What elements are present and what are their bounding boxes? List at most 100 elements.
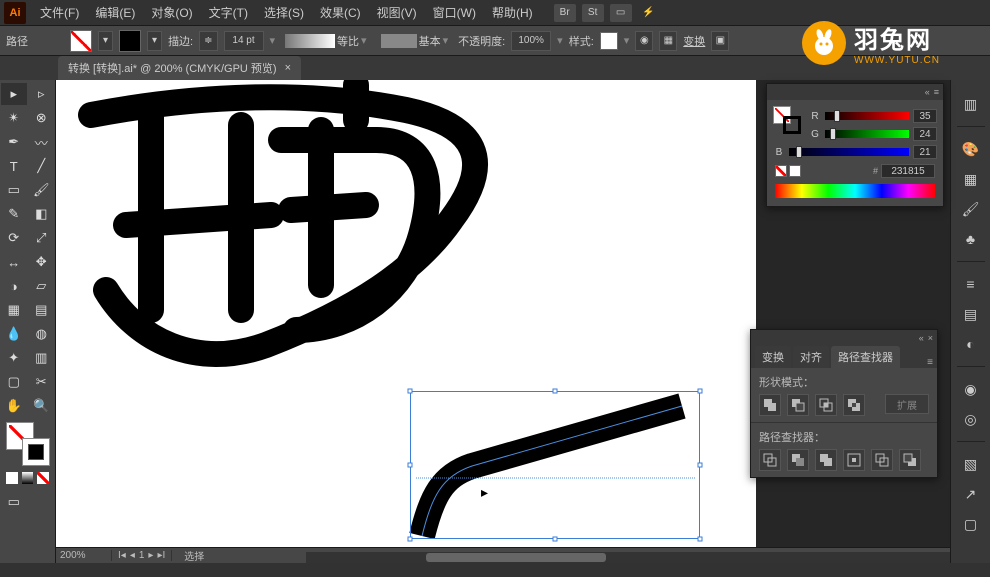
stroke-box[interactable] <box>22 438 50 466</box>
eyedropper-tool[interactable]: 💧 <box>1 323 27 345</box>
rectangle-tool[interactable]: ▭ <box>1 179 27 201</box>
menu-view[interactable]: 视图(V) <box>369 0 425 25</box>
unite-button[interactable] <box>759 394 781 416</box>
free-transform-tool[interactable]: ✥ <box>29 251 55 273</box>
gradient-panel-icon[interactable]: ▤ <box>959 302 983 326</box>
panel-collapse-icon[interactable]: « <box>925 87 930 97</box>
pf-collapse-icon[interactable]: « <box>919 333 924 343</box>
exclude-button[interactable] <box>843 394 865 416</box>
g-input[interactable] <box>913 127 937 141</box>
opacity-input[interactable] <box>511 31 551 51</box>
perspective-tool[interactable]: ▱ <box>29 275 55 297</box>
panel-fill-stroke[interactable] <box>773 106 801 134</box>
crop-button[interactable] <box>843 449 865 471</box>
paintbrush-tool[interactable]: 🖌 <box>29 179 55 201</box>
appearance-panel-icon[interactable]: ◉ <box>959 377 983 401</box>
artboards-panel-icon[interactable]: ▢ <box>959 512 983 536</box>
nav-first-icon[interactable]: I◂ <box>118 550 126 561</box>
scale-tool[interactable]: ⤢ <box>29 227 55 249</box>
line-tool[interactable]: ╱ <box>29 155 55 177</box>
nav-prev-icon[interactable]: ◂ <box>130 550 135 561</box>
properties-panel-icon[interactable]: ▥ <box>959 92 983 116</box>
menu-object[interactable]: 对象(O) <box>143 0 200 25</box>
eraser-tool[interactable]: ◧ <box>29 203 55 225</box>
pf-menu-icon[interactable]: ≡ <box>927 357 933 368</box>
stroke-swatch[interactable] <box>119 30 141 52</box>
hex-input[interactable] <box>881 164 935 178</box>
shaper-tool[interactable]: ✎ <box>1 203 27 225</box>
handle-s[interactable] <box>553 537 558 542</box>
selection-tool[interactable]: ▸ <box>1 83 27 105</box>
swatches-panel-icon[interactable]: ▦ <box>959 167 983 191</box>
screen-mode[interactable]: ▭ <box>1 491 27 513</box>
stock-button[interactable]: St <box>582 4 604 22</box>
nav-last-icon[interactable]: ▸I <box>157 550 165 561</box>
graph-tool[interactable]: ▥ <box>29 347 55 369</box>
transparency-panel-icon[interactable]: ◐ <box>959 332 983 356</box>
minus-back-button[interactable] <box>899 449 921 471</box>
zoom-display[interactable]: 200% <box>56 550 112 561</box>
handle-w[interactable] <box>408 463 413 468</box>
handle-e[interactable] <box>698 463 703 468</box>
artwork-selected-path[interactable] <box>396 360 726 540</box>
color-panel-icon[interactable]: 🎨 <box>959 137 983 161</box>
b-slider[interactable] <box>789 148 909 156</box>
graphic-styles-panel-icon[interactable]: ◎ <box>959 407 983 431</box>
r-slider[interactable] <box>825 112 909 120</box>
intersect-button[interactable] <box>815 394 837 416</box>
handle-nw[interactable] <box>408 389 413 394</box>
brushes-panel-icon[interactable]: 🖌 <box>959 197 983 221</box>
artboard-number[interactable]: 1 <box>139 550 145 561</box>
expand-button[interactable]: 扩展 <box>885 394 929 414</box>
outline-button[interactable] <box>871 449 893 471</box>
color-mode[interactable] <box>6 472 18 484</box>
handle-sw[interactable] <box>408 537 413 542</box>
tab-pathfinder[interactable]: 路径查找器 <box>831 346 900 368</box>
none-swatch[interactable] <box>775 165 787 177</box>
white-swatch[interactable] <box>789 165 801 177</box>
rotate-tool[interactable]: ⟳ <box>1 227 27 249</box>
stroke-weight-input[interactable] <box>224 31 264 51</box>
menu-edit[interactable]: 编辑(E) <box>87 0 143 25</box>
menu-help[interactable]: 帮助(H) <box>484 0 541 25</box>
bridge-button[interactable]: Br <box>554 4 576 22</box>
handle-n[interactable] <box>553 389 558 394</box>
tab-align[interactable]: 对齐 <box>793 346 829 368</box>
magic-wand-tool[interactable]: ✴ <box>1 107 27 129</box>
menu-effect[interactable]: 效果(C) <box>312 0 369 25</box>
blend-tool[interactable]: ◍ <box>29 323 55 345</box>
pf-close-icon[interactable]: × <box>928 333 933 343</box>
hand-tool[interactable]: ✋ <box>1 395 27 417</box>
gradient-mode[interactable] <box>22 472 34 484</box>
lasso-tool[interactable]: ⊗ <box>29 107 55 129</box>
zoom-tool[interactable]: 🔍 <box>29 395 55 417</box>
isolate-button[interactable]: ▣ <box>711 31 729 51</box>
stroke-dropdown[interactable]: ▾ <box>147 31 162 51</box>
symbols-panel-icon[interactable]: ♣ <box>959 227 983 251</box>
curvature-tool[interactable]: 〰 <box>29 131 55 153</box>
handle-ne[interactable] <box>698 389 703 394</box>
type-tool[interactable]: T <box>1 155 27 177</box>
tab-transform[interactable]: 变换 <box>755 346 791 368</box>
divide-button[interactable] <box>759 449 781 471</box>
recolor-button[interactable]: ◉ <box>635 31 653 51</box>
asset-export-panel-icon[interactable]: ↗ <box>959 482 983 506</box>
shape-builder-tool[interactable]: ◑ <box>1 275 27 297</box>
close-tab-icon[interactable]: × <box>285 62 291 74</box>
menu-window[interactable]: 窗口(W) <box>425 0 484 25</box>
pen-tool[interactable]: ✒ <box>1 131 27 153</box>
handle-se[interactable] <box>698 537 703 542</box>
align-button[interactable]: ▦ <box>659 31 677 51</box>
width-tool[interactable]: ↔ <box>1 251 27 273</box>
stroke-weight-stepper[interactable]: ≑ <box>199 31 217 51</box>
horizontal-scrollbar[interactable] <box>306 552 950 563</box>
nav-next-icon[interactable]: ▸ <box>148 550 153 561</box>
b-input[interactable] <box>913 145 937 159</box>
document-tab[interactable]: 转换 [转换].ai* @ 200% (CMYK/GPU 预览) × <box>58 56 301 80</box>
style-swatch[interactable] <box>600 32 618 50</box>
menu-select[interactable]: 选择(S) <box>256 0 312 25</box>
fill-swatch[interactable] <box>70 30 92 52</box>
symbol-sprayer-tool[interactable]: ✦ <box>1 347 27 369</box>
color-spectrum[interactable] <box>775 184 935 198</box>
none-mode[interactable] <box>37 472 49 484</box>
